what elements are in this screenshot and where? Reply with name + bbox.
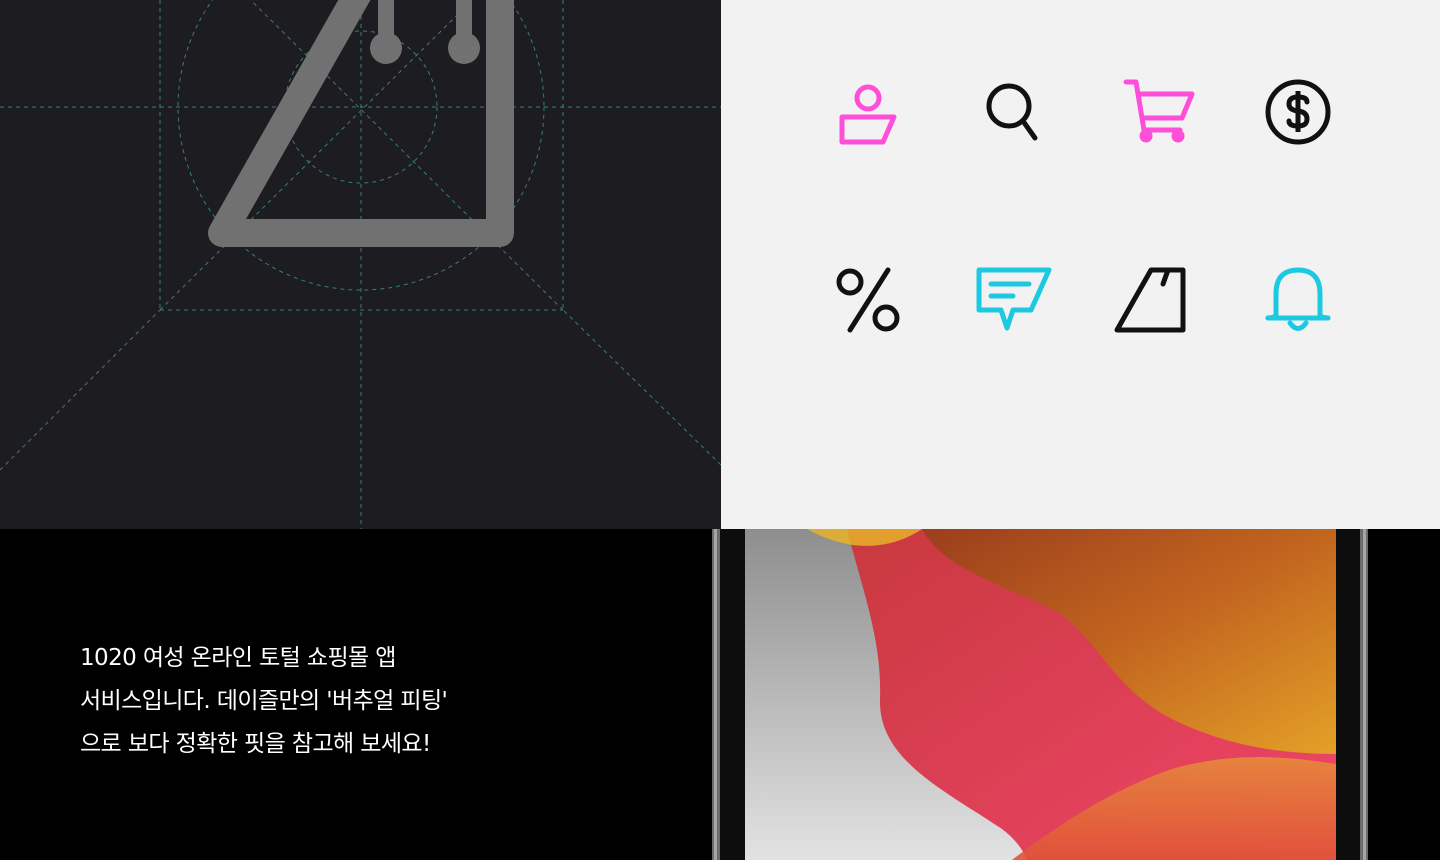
tablet-mockup <box>712 529 1368 860</box>
construction-grid-drawing <box>0 0 721 529</box>
user-icon <box>828 72 908 152</box>
tablet-device <box>712 529 1440 860</box>
tag-icon <box>1113 260 1193 340</box>
description-text: 1020 여성 온라인 토털 쇼핑몰 앱 서비스입니다. 데이즐만의 '버추얼 … <box>80 637 448 766</box>
cart-icon <box>1118 72 1198 152</box>
description-panel: 1020 여성 온라인 토털 쇼핑몰 앱 서비스입니다. 데이즐만의 '버추얼 … <box>0 529 712 860</box>
guide-lines <box>0 0 721 529</box>
bell-icon <box>1258 260 1338 340</box>
tablet-screen-wallpaper <box>745 529 1336 860</box>
icon-set-panel <box>721 0 1440 529</box>
search-icon <box>973 72 1053 152</box>
icon-construction-grid <box>0 0 721 529</box>
description-line: 으로 보다 정확한 핏을 참고해 보세요! <box>80 731 431 757</box>
dollar-coin-icon <box>1258 72 1338 152</box>
percent-icon <box>828 260 908 340</box>
chat-icon <box>973 260 1053 340</box>
description-line: 서비스입니다. 데이즐만의 '버추얼 피팅' <box>80 688 448 714</box>
description-line: 1020 여성 온라인 토털 쇼핑몰 앱 <box>80 645 396 671</box>
